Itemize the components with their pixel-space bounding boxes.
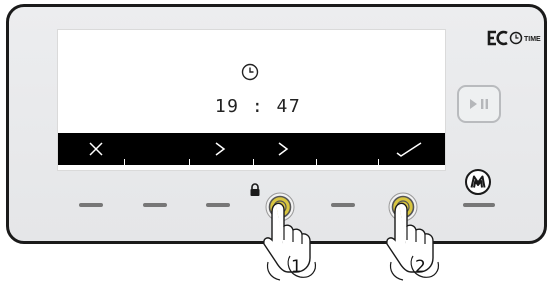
next-softkey-2[interactable] [263,133,303,165]
step-circle-2 [410,255,440,278]
touch-key-5[interactable] [331,203,355,207]
touch-key-2[interactable] [143,203,167,207]
confirm-softkey[interactable] [384,133,434,165]
start-pause-button[interactable] [457,85,501,123]
clock-icon [241,63,259,81]
touch-key-3[interactable] [206,203,230,207]
softkey-divider [189,159,190,165]
checkmark-icon [396,142,422,157]
touch-key-1[interactable] [79,203,103,207]
softkey-divider [124,159,125,165]
next-softkey-1[interactable] [200,133,240,165]
close-icon [89,142,103,156]
softkey-divider [316,159,317,165]
softkey-divider [253,159,254,165]
chevron-right-icon [278,142,289,156]
display-screen: 19 : 47 [57,29,446,171]
clock-time: 19 : 47 [214,96,302,117]
cancel-softkey[interactable] [76,133,116,165]
chevron-right-icon [215,142,226,156]
eco-time-logo: TIME [487,30,541,46]
m-icon[interactable] [464,168,492,196]
svg-text:TIME: TIME [524,36,541,43]
softkey-bar [58,133,445,165]
softkey-divider [378,159,379,165]
step-circle-1 [287,255,317,278]
lock-icon [250,183,260,196]
touch-key-menu[interactable] [463,203,495,207]
play-pause-icon [470,99,488,109]
